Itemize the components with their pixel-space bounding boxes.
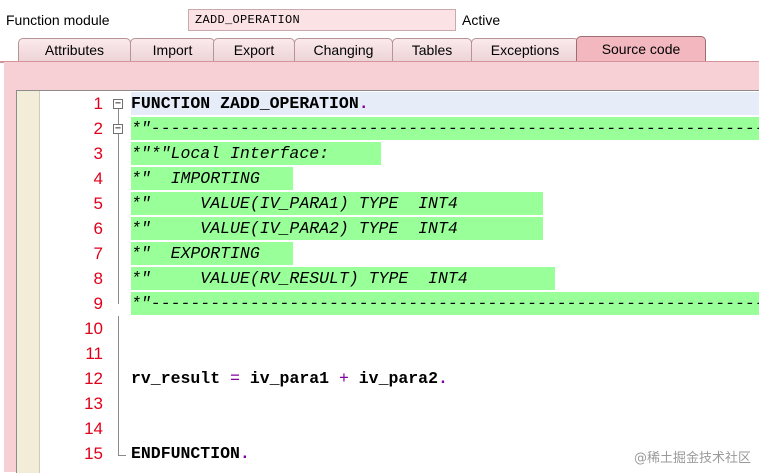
code-line-9: *"--------------------------------------… xyxy=(131,294,759,313)
watermark-text: @稀土掘金技术社区 xyxy=(633,451,751,466)
tab-attributes[interactable]: Attributes xyxy=(18,38,131,62)
status-text: Active xyxy=(462,12,501,28)
line-number: 5 xyxy=(93,194,103,213)
fold-guide-line xyxy=(118,109,119,124)
code-line-5: *" VALUE(IV_PARA1) TYPE INT4 xyxy=(131,194,458,213)
code-line-2: *"--------------------------------------… xyxy=(131,119,759,138)
function-module-name-field[interactable]: ZADD_OPERATION xyxy=(188,9,456,31)
code-editor[interactable]: 1 2 3 4 5 6 7 8 9 10 11 12 13 14 15 − − … xyxy=(16,90,759,473)
code-line-1: FUNCTION ZADD_OPERATION. xyxy=(131,94,369,113)
operator: = xyxy=(230,369,240,388)
fold-guide-line xyxy=(118,316,119,456)
line-number: 6 xyxy=(93,219,103,238)
line-number: 3 xyxy=(93,144,103,163)
tab-tables[interactable]: Tables xyxy=(392,38,472,62)
line-number: 14 xyxy=(84,419,103,438)
tab-import[interactable]: Import xyxy=(130,38,215,62)
code-text-area[interactable]: FUNCTION ZADD_OPERATION. *"-------------… xyxy=(131,91,759,473)
line-number: 2 xyxy=(93,119,103,138)
tab-source-code[interactable]: Source code xyxy=(576,36,706,62)
line-number-column: 1 2 3 4 5 6 7 8 9 10 11 12 13 14 15 xyxy=(40,91,107,473)
tab-exceptions[interactable]: Exceptions xyxy=(471,38,579,62)
editor-gutter xyxy=(17,91,40,473)
line-number: 4 xyxy=(93,169,103,188)
line-number: 11 xyxy=(85,344,103,363)
code-line-6: *" VALUE(IV_PARA2) TYPE INT4 xyxy=(131,219,458,238)
code-line-15: ENDFUNCTION. xyxy=(131,444,250,463)
line-number: 13 xyxy=(84,394,103,413)
fold-guide-line xyxy=(118,134,119,304)
operator: + xyxy=(338,369,349,388)
function-module-header: Function module ZADD_OPERATION Active xyxy=(0,0,759,40)
line-number: 8 xyxy=(93,269,103,288)
line-number: 10 xyxy=(84,319,103,338)
fold-guide-end xyxy=(118,455,126,456)
assignment-statement: rv_result = iv_para1 + iv_para2 xyxy=(131,369,438,388)
line-number: 15 xyxy=(84,444,103,463)
fold-collapse-icon[interactable]: − xyxy=(113,99,123,109)
line-number: 1 xyxy=(93,94,103,113)
fold-collapse-icon[interactable]: − xyxy=(113,124,123,134)
line-number: 9 xyxy=(93,294,103,313)
tab-changing[interactable]: Changing xyxy=(294,38,393,62)
tab-export[interactable]: Export xyxy=(213,38,295,62)
line-number: 12 xyxy=(84,369,103,388)
code-line-12: rv_result = iv_para1 + iv_para2. xyxy=(131,369,448,388)
code-line-3: *"*"Local Interface: xyxy=(131,144,330,163)
code-line-7: *" EXPORTING xyxy=(131,244,260,263)
line-number: 7 xyxy=(93,244,103,263)
tab-strip: Attributes Import Export Changing Tables… xyxy=(0,36,759,62)
function-module-label: Function module xyxy=(6,12,110,28)
code-line-4: *" IMPORTING xyxy=(131,169,260,188)
code-line-8: *" VALUE(RV_RESULT) TYPE INT4 xyxy=(131,269,468,288)
